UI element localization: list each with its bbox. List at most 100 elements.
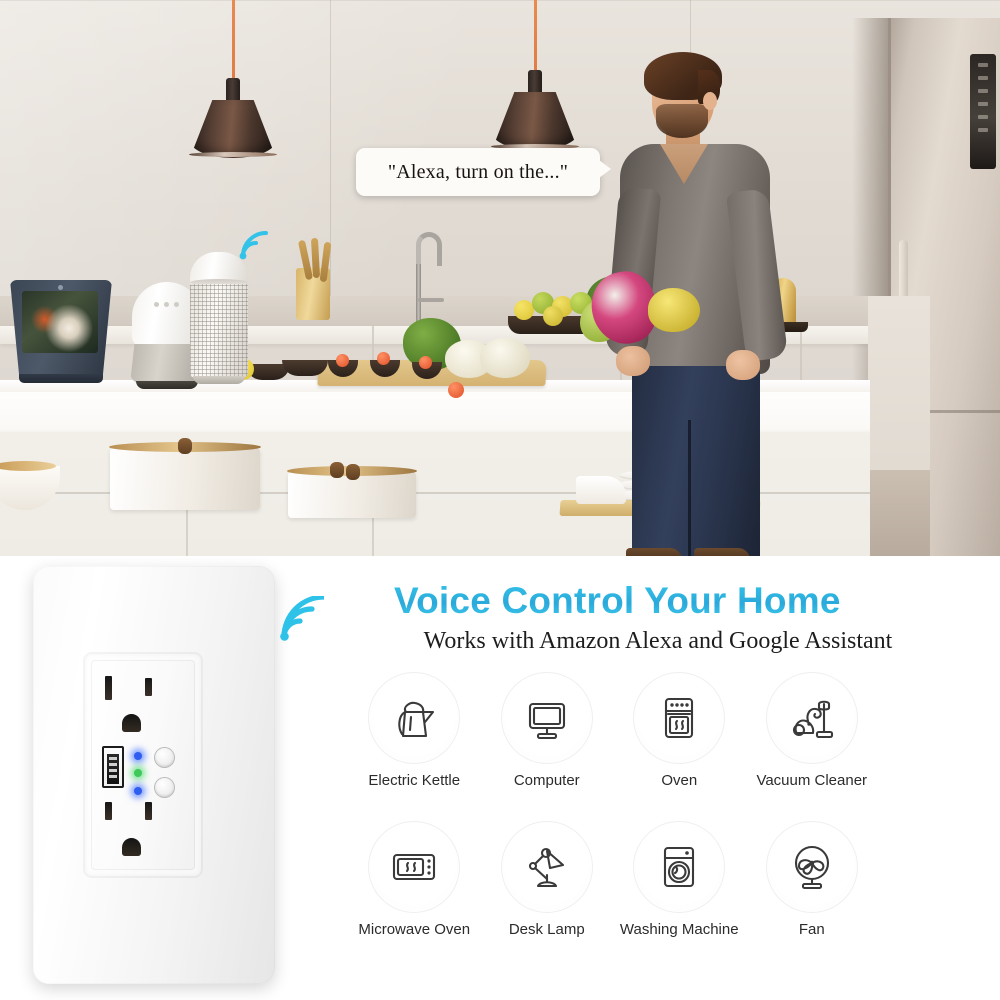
- appliance-item-oven[interactable]: Oven: [613, 672, 746, 813]
- usb-contacts: [107, 754, 119, 784]
- product-info-panel: Voice Control Your Home Works with Amazo…: [0, 556, 1000, 1000]
- canister-knob: [346, 464, 360, 480]
- supported-appliances-grid: Electric Kettle Computer Oven Vacuum Cle…: [348, 672, 878, 962]
- appliance-item-microwave-oven[interactable]: Microwave Oven: [348, 821, 481, 962]
- cauliflower: [480, 338, 530, 378]
- wifi-icon: [276, 594, 327, 644]
- wifi-icon: [236, 226, 276, 260]
- outlet-button-lower[interactable]: [155, 778, 174, 797]
- tomato: [377, 352, 390, 365]
- appliance-icon-circle: [633, 672, 726, 764]
- oven-icon: [665, 697, 694, 739]
- led-indicator-power: [134, 769, 142, 777]
- fruit: [543, 306, 563, 326]
- right-hand: [726, 350, 760, 380]
- yellow-vegetable: [648, 288, 700, 332]
- faucet-neck: [416, 264, 421, 326]
- led-indicator-wifi: [134, 752, 142, 760]
- shoe: [626, 548, 682, 556]
- appliance-item-desk-lamp[interactable]: Desk Lamp: [481, 821, 614, 962]
- appliance-item-washing-machine[interactable]: Washing Machine: [613, 821, 746, 962]
- socket-slot-hot: [145, 802, 152, 820]
- fan-icon: [794, 845, 829, 890]
- pendant-rim: [189, 152, 277, 157]
- headline-block: Voice Control Your Home Works with Amazo…: [276, 580, 976, 666]
- leg-seam: [688, 420, 691, 556]
- appliance-icon-circle: [633, 821, 726, 913]
- appliance-icon-circle: [500, 821, 593, 913]
- socket-ground-pin: [122, 714, 141, 732]
- echo-show-base: [19, 374, 103, 383]
- pendant-shade: [492, 92, 578, 150]
- led-indicator-usb: [134, 787, 142, 795]
- ear: [703, 92, 717, 110]
- left-hand: [616, 346, 650, 376]
- appliance-label: Vacuum Cleaner: [756, 772, 868, 789]
- tomato: [336, 354, 349, 367]
- pendant-lamp: [188, 0, 278, 158]
- echo-foot: [193, 376, 245, 384]
- faucet-lever: [418, 298, 444, 302]
- socket-slot-hot: [145, 678, 152, 696]
- socket-ground-pin: [122, 838, 141, 856]
- appliance-icon-circle: [765, 672, 858, 764]
- appliance-label: Fan: [798, 921, 825, 938]
- kitchen-faucet: [404, 232, 444, 328]
- page-title: Voice Control Your Home: [394, 580, 954, 622]
- socket-slot-neutral: [105, 802, 112, 820]
- appliance-label: Washing Machine: [619, 921, 739, 938]
- appliance-icon-circle: [765, 821, 858, 913]
- speech-bubble-text: "Alexa, turn on the...": [387, 160, 569, 183]
- computer-monitor-icon: [528, 702, 565, 740]
- jeans: [632, 366, 760, 556]
- pendant-lamp: [490, 0, 580, 150]
- echo-show-screen: [22, 291, 98, 353]
- floor: [868, 470, 930, 556]
- appliance-label: Computer: [513, 772, 580, 789]
- appliance-icon-circle: [368, 821, 461, 913]
- socket-slot-neutral: [105, 676, 112, 700]
- desk-lamp-icon: [528, 847, 564, 888]
- canister-knob: [330, 462, 344, 478]
- google-home-foot: [136, 381, 198, 389]
- kitchen-canister: [109, 442, 261, 510]
- appliance-item-electric-kettle[interactable]: Electric Kettle: [348, 672, 481, 813]
- fruit: [514, 300, 534, 320]
- speech-bubble-tail: [599, 160, 611, 178]
- tomato: [448, 382, 464, 398]
- pendant-shade: [190, 100, 276, 158]
- outlet-button-upper[interactable]: [155, 748, 174, 767]
- appliance-item-vacuum-cleaner[interactable]: Vacuum Cleaner: [746, 672, 879, 813]
- smart-wall-outlet-product: [33, 566, 275, 984]
- microwave-oven-icon: [393, 853, 436, 881]
- echo-speaker-mesh: [190, 284, 248, 378]
- shoe: [694, 548, 750, 556]
- amazon-echo-device: [190, 252, 248, 390]
- pendant-cord: [231, 0, 235, 88]
- appliance-icon-circle: [500, 672, 593, 764]
- electric-kettle-icon: [398, 701, 435, 738]
- canister-knob: [178, 438, 192, 454]
- faucet-spout: [416, 232, 442, 266]
- beard: [656, 104, 708, 138]
- usb-port: [102, 746, 124, 788]
- appliance-label: Microwave Oven: [358, 921, 471, 938]
- wall-seam: [330, 0, 331, 300]
- appliance-item-computer[interactable]: Computer: [481, 672, 614, 813]
- washing-machine-icon: [664, 846, 695, 888]
- vacuum-cleaner-icon: [792, 700, 833, 739]
- speech-bubble: "Alexa, turn on the...": [356, 148, 611, 196]
- appliance-icon-circle: [368, 672, 461, 764]
- camera-icon: [58, 285, 63, 290]
- appliance-item-fan[interactable]: Fan: [746, 821, 879, 962]
- kitchen-photo-scene: "Alexa, turn on the...": [0, 0, 1000, 556]
- appliance-label: Electric Kettle: [368, 772, 461, 789]
- tomato: [419, 356, 432, 369]
- page-subtitle: Works with Amazon Alexa and Google Assis…: [423, 628, 893, 654]
- appliance-label: Oven: [661, 772, 698, 789]
- google-home-mic-dots: [154, 294, 188, 307]
- fridge-control-panel: [970, 54, 996, 169]
- appliance-label: Desk Lamp: [508, 921, 585, 938]
- pendant-cord: [533, 0, 537, 80]
- echo-show-device: [10, 280, 112, 385]
